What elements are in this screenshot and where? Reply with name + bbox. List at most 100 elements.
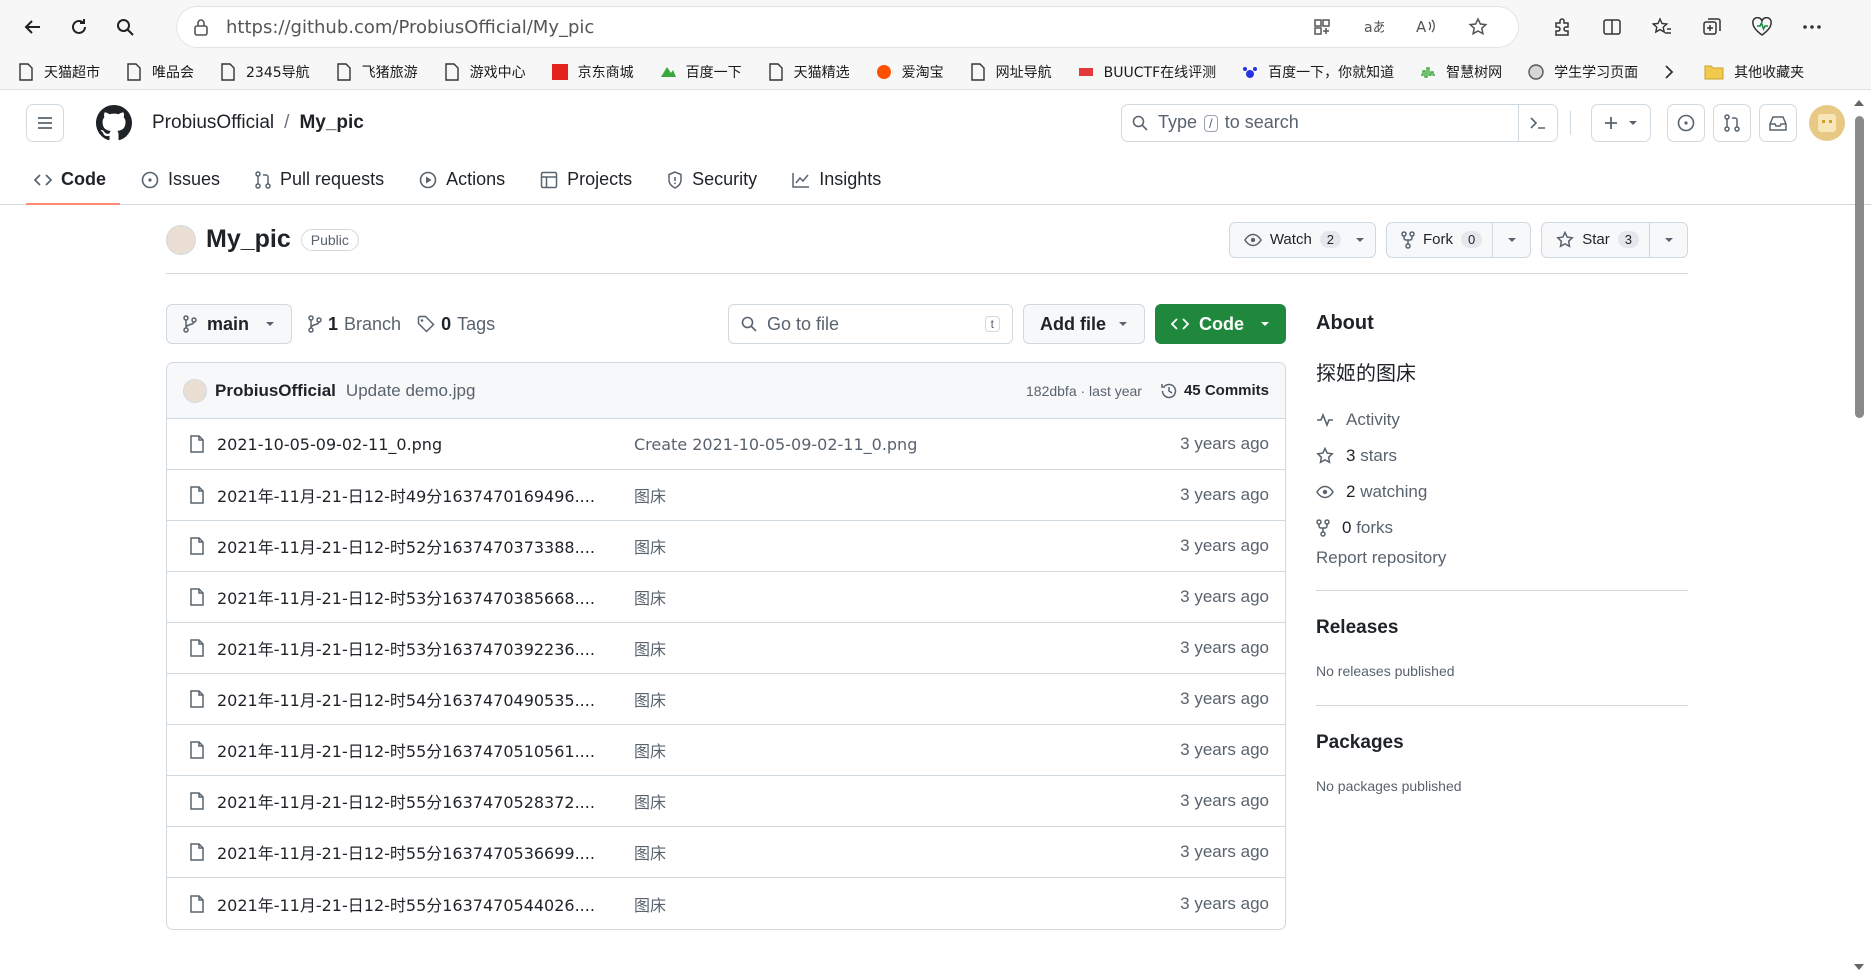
tab-issues[interactable]: Issues [141, 169, 230, 204]
file-commit-message[interactable]: 图床 [634, 585, 1180, 609]
file-name[interactable]: 2021年-11月-21-日12-时49分1637470169496.... [217, 483, 634, 507]
table-row[interactable]: 2021年-11月-21-日12-时55分1637470544026.... 图… [167, 878, 1285, 929]
file-name[interactable]: 2021年-11月-21-日12-时53分1637470385668.... [217, 585, 634, 609]
repo-link[interactable]: My_pic [299, 112, 363, 134]
tab-actions[interactable]: Actions [419, 169, 515, 204]
file-commit-message[interactable]: 图床 [634, 687, 1180, 711]
activity-link[interactable]: Activity [1316, 402, 1688, 438]
table-row[interactable]: 2021年-11月-21-日12-时53分1637470385668.... 图… [167, 572, 1285, 623]
star-dropdown[interactable] [1649, 222, 1687, 257]
bookmark-item[interactable]: 飞猪旅游 [336, 62, 418, 82]
file-commit-message[interactable]: 图床 [634, 534, 1180, 558]
table-row[interactable]: 2021-10-05-09-02-11_0.png Create 2021-10… [167, 419, 1285, 470]
fork-button[interactable]: Fork 0 [1386, 221, 1532, 258]
tab-pull-requests[interactable]: Pull requests [255, 169, 394, 204]
forks-link[interactable]: 0 forks [1316, 510, 1688, 546]
stars-link[interactable]: 3 stars [1316, 438, 1688, 474]
bookmark-item[interactable]: 唯品会 [126, 62, 194, 82]
favorites-icon[interactable] [1639, 4, 1685, 50]
file-commit-message[interactable]: 图床 [634, 738, 1180, 762]
file-name[interactable]: 2021年-11月-21-日12-时55分1637470544026.... [217, 892, 634, 916]
create-new-button[interactable] [1591, 103, 1651, 142]
commit-author[interactable]: ProbiusOfficial [215, 381, 336, 401]
add-file-button[interactable]: Add file [1023, 304, 1145, 344]
search-icon[interactable] [102, 4, 148, 50]
bookmark-item[interactable]: 网址导航 [970, 62, 1052, 82]
collections-icon[interactable] [1689, 4, 1735, 50]
watch-button[interactable]: Watch 2 [1228, 221, 1377, 258]
tab-code[interactable]: Code [26, 169, 120, 205]
repo-title[interactable]: My_pic [206, 225, 291, 254]
tab-insights[interactable]: Insights [792, 169, 891, 204]
owner-link[interactable]: ProbiusOfficial [152, 112, 274, 134]
file-commit-message[interactable]: 图床 [634, 636, 1180, 660]
table-row[interactable]: 2021年-11月-21-日12-时49分1637470169496.... 图… [167, 470, 1285, 521]
bookmark-item[interactable]: 百度一下 [660, 62, 742, 82]
star-button[interactable]: Star 3 [1541, 221, 1688, 258]
file-commit-message[interactable]: 图床 [634, 840, 1180, 864]
commit-hash[interactable]: 182dbfa · last year [1026, 383, 1142, 399]
file-name[interactable]: 2021年-11月-21-日12-时55分1637470510561.... [217, 738, 634, 762]
tab-security[interactable]: Security [667, 169, 767, 204]
menu-icon[interactable] [26, 103, 64, 142]
pull-requests-icon[interactable] [1713, 103, 1751, 142]
bookmark-item[interactable]: 京东商城 [551, 62, 634, 82]
back-icon[interactable] [10, 4, 56, 50]
file-commit-message[interactable]: 图床 [634, 483, 1180, 507]
app-install-icon[interactable] [1299, 4, 1345, 50]
bookmark-item[interactable]: 爱淘宝 [876, 62, 944, 82]
tab-projects[interactable]: Projects [540, 169, 642, 204]
more-menu-icon[interactable] [1789, 4, 1835, 50]
file-name[interactable]: 2021年-11月-21-日12-时55分1637470528372.... [217, 789, 634, 813]
file-commit-message[interactable]: 图床 [634, 789, 1180, 813]
file-commit-message[interactable]: 图床 [634, 892, 1180, 916]
extensions-icon[interactable] [1539, 4, 1585, 50]
file-name[interactable]: 2021年-11月-21-日12-时52分1637470373388.... [217, 534, 634, 558]
favorite-star-icon[interactable] [1455, 4, 1501, 50]
scroll-up-arrow[interactable] [1854, 100, 1864, 106]
table-row[interactable]: 2021年-11月-21-日12-时52分1637470373388.... 图… [167, 521, 1285, 572]
report-repository-link[interactable]: Report repository [1316, 548, 1688, 591]
other-bookmarks[interactable]: 其他收藏夹 [1704, 62, 1804, 82]
table-row[interactable]: 2021年-11月-21-日12-时55分1637470510561.... 图… [167, 725, 1285, 776]
browser-essentials-icon[interactable] [1739, 4, 1785, 50]
search-input[interactable]: Type / to search [1121, 103, 1558, 142]
bookmark-item[interactable]: BUUCTF在线评测 [1078, 62, 1216, 82]
address-url[interactable]: https://github.com/ProbiusOfficial/My_pi… [226, 17, 1299, 38]
refresh-icon[interactable] [56, 4, 102, 50]
bookmark-item[interactable]: 天猫精选 [768, 62, 850, 82]
table-row[interactable]: 2021年-11月-21-日12-时55分1637470536699.... 图… [167, 827, 1285, 878]
watching-link[interactable]: 2 watching [1316, 474, 1688, 510]
bookmark-item[interactable]: 2345导航 [220, 62, 310, 82]
commits-link[interactable]: 45 Commits [1160, 382, 1269, 400]
commit-message[interactable]: Update demo.jpg [346, 381, 475, 401]
branch-select-button[interactable]: main [166, 304, 293, 344]
address-bar[interactable]: https://github.com/ProbiusOfficial/My_pi… [176, 6, 1519, 48]
packages-heading[interactable]: Packages [1316, 732, 1688, 754]
split-screen-icon[interactable] [1589, 4, 1635, 50]
table-row[interactable]: 2021年-11月-21-日12-时53分1637470392236.... 图… [167, 623, 1285, 674]
scroll-down-arrow[interactable] [1854, 964, 1864, 970]
table-row[interactable]: 2021年-11月-21-日12-时54分1637470490535.... 图… [167, 674, 1285, 725]
fork-dropdown[interactable] [1492, 222, 1530, 257]
go-to-file-input[interactable]: Go to file t [728, 304, 1013, 344]
translate-icon[interactable]: aあ [1351, 4, 1397, 50]
github-logo-icon[interactable] [96, 104, 132, 141]
file-name[interactable]: 2021-10-05-09-02-11_0.png [217, 435, 634, 454]
table-row[interactable]: 2021年-11月-21-日12-时55分1637470528372.... 图… [167, 776, 1285, 827]
code-button[interactable]: Code [1155, 304, 1286, 344]
user-avatar[interactable] [1809, 104, 1845, 141]
file-name[interactable]: 2021年-11月-21-日12-时54分1637470490535.... [217, 687, 634, 711]
branches-link[interactable]: 1 Branch [308, 314, 401, 335]
scroll-thumb[interactable] [1855, 116, 1864, 418]
issues-icon[interactable] [1667, 103, 1705, 142]
releases-heading[interactable]: Releases [1316, 617, 1688, 639]
tags-link[interactable]: 0 Tags [417, 314, 495, 335]
command-palette-icon[interactable] [1518, 104, 1547, 141]
bookmark-item[interactable]: 游戏中心 [444, 62, 526, 82]
file-name[interactable]: 2021年-11月-21-日12-时55分1637470536699.... [217, 840, 634, 864]
commit-author-avatar[interactable] [183, 378, 207, 403]
read-aloud-icon[interactable]: A [1403, 4, 1449, 50]
bookmark-item[interactable]: 百度一下，你就知道 [1242, 62, 1394, 82]
bookmark-item[interactable]: 智慧树网 [1420, 62, 1502, 82]
